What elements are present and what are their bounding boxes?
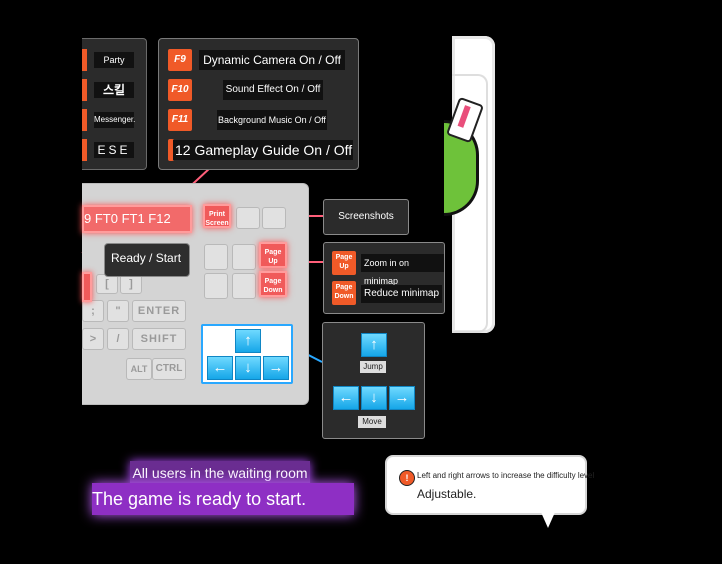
key-ctrl: CTRL [152, 358, 186, 380]
f9-key: F9 [168, 49, 192, 71]
arrow-right-icon: → [389, 386, 415, 410]
key-alt: ALT [126, 358, 152, 380]
jump-label: Jump [360, 361, 386, 373]
hotkey-label: Messenger. [94, 112, 135, 128]
key-blank [232, 244, 256, 270]
screenshots-label: Screenshots [338, 211, 394, 222]
key-bracket-right: ] [120, 274, 142, 294]
hotkey-label: ESE [94, 142, 134, 158]
game-ready-status: The game is ready to start. [92, 483, 354, 515]
key-blank [262, 207, 286, 229]
f11-label: Background Music On / Off [217, 110, 327, 130]
key-quote: " [107, 300, 129, 322]
page-down-small-key: Page Down [332, 281, 356, 305]
waiting-room-status: All users in the waiting room [130, 461, 310, 485]
hotkey-list-left: Party 스킬 Messenger. ESE [82, 38, 147, 170]
hotkey-label: 스킬 [94, 82, 134, 98]
key-slash: / [107, 328, 129, 350]
tip-bubble-tail [540, 510, 556, 528]
arrow-left-icon: ← [207, 356, 233, 380]
tip-line-2: Adjustable. [417, 487, 477, 501]
hotkey-row: Party [82, 49, 146, 71]
ready-start-label: Ready / Start [111, 251, 182, 265]
f10-label: Sound Effect On / Off [223, 80, 323, 100]
key-blank [232, 273, 256, 299]
function-key-list: F9 Dynamic Camera On / Off F10 Sound Eff… [158, 38, 359, 170]
page-up-small-key: Page Up [332, 251, 356, 275]
movement-tooltip: ↑ Jump ← ↓ → Move [322, 322, 425, 439]
ready-start-tooltip: Ready / Start [104, 243, 190, 277]
key-enter: ENTER [132, 300, 186, 322]
f10-key: F10 [168, 79, 192, 101]
key-blank [236, 207, 260, 229]
partial-key [82, 272, 92, 302]
reduce-label: Reduce minimap [361, 285, 443, 303]
function-key-strip: 9 FT0 FT1 F12 [82, 205, 192, 233]
hotkey-row: 스킬 [82, 79, 146, 101]
screenshots-tooltip: Screenshots [323, 199, 409, 235]
key-shift: SHIFT [132, 328, 186, 350]
f12-label: 12 Gameplay Guide On / Off [173, 140, 353, 160]
tip-line-1: Left and right arrows to increase the di… [417, 471, 595, 480]
page-up-key: Page Up [259, 242, 287, 268]
key-bracket-left: [ [96, 274, 118, 294]
arrow-down-icon: ↓ [361, 386, 387, 410]
arrow-down-icon: ↓ [235, 356, 261, 380]
minimap-zoom-tooltip: Page Up Zoom in on minimap Page Down Red… [323, 242, 445, 314]
arrow-left-icon: ← [333, 386, 359, 410]
hotkey-row: Messenger. [82, 109, 146, 131]
arrow-up-icon: ↑ [235, 329, 261, 353]
key-greater: > [82, 328, 104, 350]
key-blank [204, 273, 228, 299]
arrow-keys-block: ↑ ← ↓ → [201, 324, 293, 384]
key-blank [204, 244, 228, 270]
hotkey-label: Party [94, 52, 134, 68]
key-semicolon: ; [82, 300, 104, 322]
zoom-in-label: Zoom in on minimap [361, 254, 444, 286]
tip-bubble: ! Left and right arrows to increase the … [385, 455, 594, 515]
move-label: Move [358, 416, 386, 428]
print-screen-key: Print Screen [203, 204, 231, 228]
info-icon: ! [399, 470, 415, 486]
f9-label: Dynamic Camera On / Off [199, 50, 345, 70]
arrow-right-icon: → [263, 356, 289, 380]
page-down-key: Page Down [259, 271, 287, 297]
arrow-up-icon: ↑ [361, 333, 387, 357]
f11-key: F11 [168, 109, 192, 131]
hotkey-row: ESE [82, 139, 146, 161]
